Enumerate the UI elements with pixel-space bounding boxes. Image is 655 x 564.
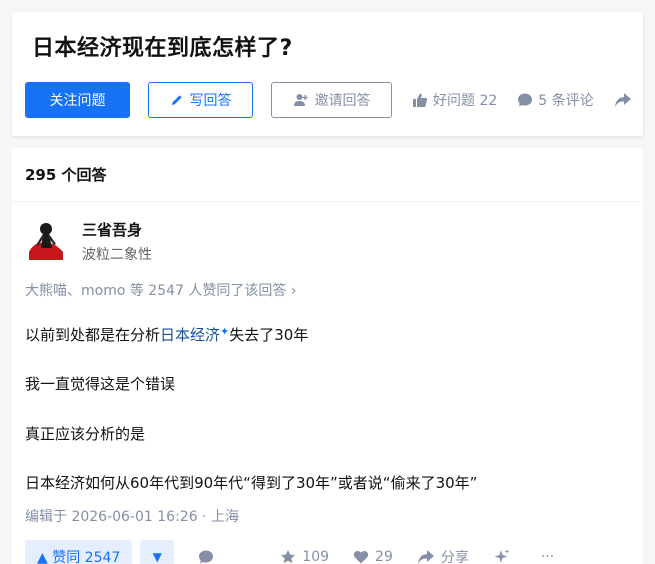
- share-label: 分享: [440, 550, 469, 564]
- downvote-arrow-icon: ▼: [152, 550, 162, 564]
- upvote-label: ▲ 赞同 2547: [37, 550, 121, 564]
- more-options-button[interactable]: ···: [541, 549, 554, 564]
- edit-time: 编辑于 2026-06-01 16:26 · 上海: [25, 509, 239, 525]
- invite-answer-button[interactable]: 邀请回答: [271, 82, 392, 118]
- invite-answer-label: 邀请回答: [314, 93, 371, 109]
- answer-paragraph: 真正应该分析的是: [25, 425, 146, 443]
- share-arrow-icon: [614, 92, 632, 108]
- sparkle-icon: [493, 548, 511, 564]
- comment-bubble-icon: [517, 92, 533, 108]
- answer-paragraph: 日本经济如何从60年代到90年代“得到了30年”或者说“偷来了30年”: [25, 474, 478, 492]
- keyword-link[interactable]: 日本经济: [160, 326, 220, 344]
- pencil-icon: [170, 93, 184, 107]
- share-arrow-icon: [417, 549, 435, 564]
- star-icon: [280, 549, 296, 564]
- author-avatar[interactable]: [25, 218, 67, 260]
- answers-divider: [12, 201, 643, 202]
- follow-question-button[interactable]: 关注问题: [25, 82, 130, 118]
- like-count: 29: [375, 549, 393, 564]
- invite-user-icon: [293, 92, 309, 108]
- author-bio: 波粒二象性: [82, 247, 152, 263]
- like-button[interactable]: 29: [353, 549, 393, 564]
- write-answer-label: 写回答: [189, 93, 232, 109]
- answer-comments-button[interactable]: [198, 549, 220, 564]
- keyword-star-icon: ✦: [220, 325, 230, 338]
- more-dots-icon: ···: [540, 549, 555, 564]
- answer-paragraph: 我一直觉得这是个错误: [25, 375, 176, 393]
- question-card: 日本经济现在到底怎样了? 关注问题 写回答 邀请回答 好问题 22 5 条评论: [12, 12, 643, 136]
- thumbs-up-icon: [412, 92, 428, 108]
- comment-bubble-icon: [198, 549, 214, 564]
- good-question-label: 好问题 22: [433, 93, 498, 109]
- question-title: 日本经济现在到底怎样了?: [32, 36, 293, 61]
- favorite-count: 109: [302, 549, 330, 564]
- share-answer-button[interactable]: 分享: [417, 547, 469, 564]
- heart-icon: [353, 549, 369, 564]
- answer-count: 295 个回答: [25, 166, 107, 184]
- author-name[interactable]: 三省吾身: [82, 219, 142, 240]
- question-actions: 关注问题 写回答 邀请回答 好问题 22 5 条评论: [25, 82, 637, 118]
- paragraph-text: 失去了30年: [229, 326, 309, 344]
- question-comments-label: 5 条评论: [538, 93, 594, 109]
- answers-card: 295 个回答 三省吾身 波粒二象性 大熊喵、momo 等 2547 人赞同了该…: [12, 148, 643, 564]
- answer-actions: ▲ 赞同 2547 ▼ 109 29 分享 ···: [25, 540, 554, 564]
- ai-sparkle-button[interactable]: [493, 548, 517, 564]
- follow-question-label: 关注问题: [49, 93, 106, 109]
- good-question-button[interactable]: 好问题 22: [412, 90, 497, 110]
- question-comments-button[interactable]: 5 条评论: [517, 90, 594, 110]
- write-answer-button[interactable]: 写回答: [148, 82, 253, 118]
- paragraph-text: 以前到处都是在分析: [25, 326, 161, 344]
- voters-summary[interactable]: 大熊喵、momo 等 2547 人赞同了该回答 ›: [25, 280, 296, 300]
- favorite-button[interactable]: 109: [280, 549, 329, 564]
- share-question-button[interactable]: [614, 92, 637, 108]
- upvote-button[interactable]: ▲ 赞同 2547: [25, 540, 133, 564]
- downvote-button[interactable]: ▼: [140, 540, 175, 564]
- answer-paragraph: 以前到处都是在分析日本经济✦失去了30年: [25, 324, 308, 348]
